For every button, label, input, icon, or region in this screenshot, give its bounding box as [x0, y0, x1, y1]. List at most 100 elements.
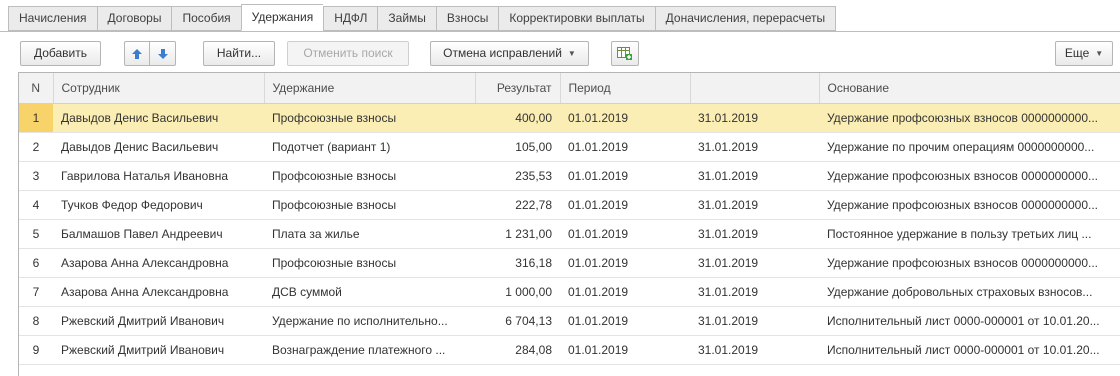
deduction-cell[interactable]: Профсоюзные взносы	[264, 161, 475, 191]
basis-cell[interactable]: Постоянное удержание в пользу третьих ли…	[819, 219, 1120, 249]
column-header-deduction[interactable]: Удержание	[264, 73, 476, 104]
period-start-cell[interactable]: 01.01.2019	[560, 277, 690, 307]
result-cell[interactable]: 1 000,00	[475, 277, 560, 307]
period-start-cell[interactable]: 01.01.2019	[560, 306, 690, 336]
column-header-result[interactable]: Результат	[475, 73, 561, 104]
deduction-cell[interactable]: Профсоюзные взносы	[264, 103, 475, 133]
add-button[interactable]: Добавить	[20, 41, 101, 66]
result-cell[interactable]: 284,08	[475, 335, 560, 365]
cancel-corrections-label: Отмена исправлений	[443, 46, 562, 60]
find-button[interactable]: Найти...	[203, 41, 275, 66]
employee-cell[interactable]: Ржевский Дмитрий Иванович	[53, 335, 264, 365]
period-end-cell[interactable]: 31.01.2019	[690, 306, 819, 336]
period-start-cell[interactable]: 01.01.2019	[560, 103, 690, 133]
table-row[interactable]: 2 Давыдов Денис Васильевич Подотчет (вар…	[19, 132, 1120, 162]
employee-cell[interactable]: Азарова Анна Александровна	[53, 277, 264, 307]
result-cell[interactable]: 400,00	[475, 103, 560, 133]
column-header-period[interactable]: Период	[560, 73, 691, 104]
basis-cell[interactable]: Удержание по прочим операциям 0000000000…	[819, 132, 1120, 162]
period-end-cell[interactable]: 31.01.2019	[690, 161, 819, 191]
deduction-cell[interactable]: Подотчет (вариант 1)	[264, 132, 475, 162]
tab-loans[interactable]: Займы	[377, 6, 436, 31]
table-row[interactable]: 9 Ржевский Дмитрий Иванович Вознагражден…	[19, 335, 1120, 365]
column-header-employee[interactable]: Сотрудник	[53, 73, 265, 104]
tab-payment-corrections[interactable]: Корректировки выплаты	[498, 6, 655, 31]
arrow-up-icon	[132, 48, 142, 59]
basis-cell[interactable]: Удержание профсоюзных взносов 0000000000…	[819, 161, 1120, 191]
table-row[interactable]: 3 Гаврилова Наталья Ивановна Профсоюзные…	[19, 161, 1120, 191]
table-row[interactable]: 7 Азарова Анна Александровна ДСВ суммой …	[19, 277, 1120, 307]
period-start-cell[interactable]: 01.01.2019	[560, 219, 690, 249]
table-row[interactable]: 4 Тучков Федор Федорович Профсоюзные взн…	[19, 190, 1120, 220]
tab-recalculations[interactable]: Доначисления, перерасчеты	[654, 6, 837, 31]
more-dropdown[interactable]: Еще ▼	[1055, 41, 1113, 66]
basis-cell[interactable]: Удержание профсоюзных взносов 0000000000…	[819, 190, 1120, 220]
period-start-cell[interactable]: 01.01.2019	[560, 335, 690, 365]
result-cell[interactable]: 316,18	[475, 248, 560, 278]
arrow-down-icon	[157, 48, 168, 59]
row-number: 3	[19, 161, 53, 191]
basis-cell[interactable]: Исполнительный лист 0000-000001 от 10.01…	[819, 335, 1120, 365]
move-buttons	[124, 41, 176, 66]
result-cell[interactable]: 6 704,13	[475, 306, 560, 336]
tab-contributions[interactable]: Взносы	[435, 6, 499, 31]
tab-deductions[interactable]: Удержания	[240, 4, 324, 31]
basis-cell[interactable]: Удержание профсоюзных взносов 0000000000…	[819, 103, 1120, 133]
period-end-cell[interactable]: 31.01.2019	[690, 219, 819, 249]
cancel-search-button[interactable]: Отменить поиск	[287, 41, 409, 66]
cancel-corrections-dropdown[interactable]: Отмена исправлений ▼	[430, 41, 589, 66]
employee-cell[interactable]: Тучков Федор Федорович	[53, 190, 264, 220]
result-cell[interactable]: 235,53	[475, 161, 560, 191]
basis-cell[interactable]: Удержание профсоюзных взносов 0000000000…	[819, 248, 1120, 278]
row-number: 1	[19, 103, 53, 133]
employee-cell[interactable]: Давыдов Денис Васильевич	[53, 103, 264, 133]
move-up-button[interactable]	[124, 41, 150, 66]
deduction-cell[interactable]: Плата за жилье	[264, 219, 475, 249]
period-end-cell[interactable]: 31.01.2019	[690, 277, 819, 307]
table-row[interactable]: 8 Ржевский Дмитрий Иванович Удержание по…	[19, 306, 1120, 336]
table-row[interactable]: 5 Балмашов Павел Андреевич Плата за жиль…	[19, 219, 1120, 249]
period-end-cell[interactable]: 31.01.2019	[690, 132, 819, 162]
result-cell[interactable]: 105,00	[475, 132, 560, 162]
row-number: 2	[19, 132, 53, 162]
table-row[interactable]: 1 Давыдов Денис Васильевич Профсоюзные в…	[19, 103, 1120, 133]
basis-cell[interactable]: Исполнительный лист 0000-000001 от 10.01…	[819, 306, 1120, 336]
row-number: 5	[19, 219, 53, 249]
tab-benefits[interactable]: Пособия	[171, 6, 241, 31]
period-end-cell[interactable]: 31.01.2019	[690, 335, 819, 365]
employee-cell[interactable]: Гаврилова Наталья Ивановна	[53, 161, 264, 191]
result-cell[interactable]: 1 231,00	[475, 219, 560, 249]
tab-ndfl[interactable]: НДФЛ	[323, 6, 378, 31]
period-end-cell[interactable]: 31.01.2019	[690, 103, 819, 133]
tab-accruals[interactable]: Начисления	[8, 6, 97, 31]
tab-bar: Начисления Договоры Пособия Удержания НД…	[8, 4, 837, 31]
column-header-n[interactable]: N	[19, 73, 54, 104]
period-end-cell[interactable]: 31.01.2019	[690, 248, 819, 278]
deduction-cell[interactable]: ДСВ суммой	[264, 277, 475, 307]
chevron-down-icon: ▼	[567, 49, 576, 58]
add-table-button[interactable]	[611, 41, 639, 66]
period-start-cell[interactable]: 01.01.2019	[560, 161, 690, 191]
move-down-button[interactable]	[150, 41, 176, 66]
employee-cell[interactable]: Ржевский Дмитрий Иванович	[53, 306, 264, 336]
employee-cell[interactable]: Балмашов Павел Андреевич	[53, 219, 264, 249]
table-row[interactable]: 6 Азарова Анна Александровна Профсоюзные…	[19, 248, 1120, 278]
period-start-cell[interactable]: 01.01.2019	[560, 190, 690, 220]
tab-contracts[interactable]: Договоры	[96, 6, 172, 31]
period-start-cell[interactable]: 01.01.2019	[560, 132, 690, 162]
deduction-cell[interactable]: Удержание по исполнительно...	[264, 306, 475, 336]
column-header-basis[interactable]: Основание	[819, 73, 1120, 104]
employee-cell[interactable]: Давыдов Денис Васильевич	[53, 132, 264, 162]
result-cell[interactable]: 222,78	[475, 190, 560, 220]
deduction-cell[interactable]: Профсоюзные взносы	[264, 190, 475, 220]
tabs-baseline	[0, 31, 1120, 32]
column-header-period-end[interactable]	[690, 73, 820, 104]
deduction-cell[interactable]: Вознаграждение платежного ...	[264, 335, 475, 365]
row-number: 7	[19, 277, 53, 307]
period-end-cell[interactable]: 31.01.2019	[690, 190, 819, 220]
deduction-cell[interactable]: Профсоюзные взносы	[264, 248, 475, 278]
period-start-cell[interactable]: 01.01.2019	[560, 248, 690, 278]
toolbar: Добавить Найти... Отменить поиск Отмена …	[0, 40, 1120, 70]
employee-cell[interactable]: Азарова Анна Александровна	[53, 248, 264, 278]
basis-cell[interactable]: Удержание добровольных страховых взносов…	[819, 277, 1120, 307]
